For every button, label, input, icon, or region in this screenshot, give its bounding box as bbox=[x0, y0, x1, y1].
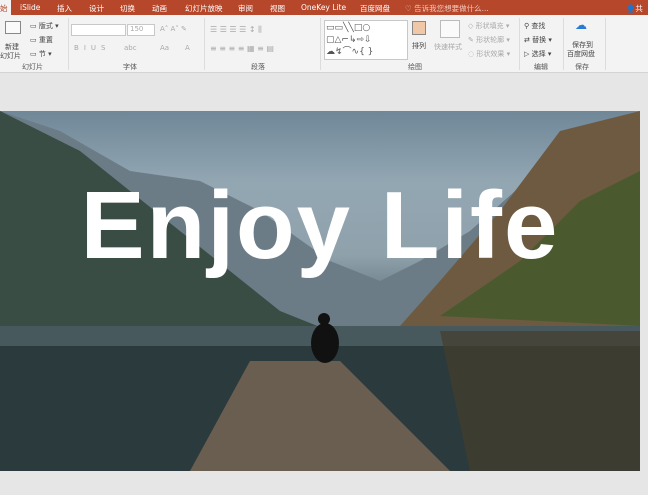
ribbon: 新建 幻灯片 ▭ 版式 ▾ ▭ 重置 ▭ 节 ▾ 幻灯片 150 A˄ A˅ ✎… bbox=[0, 15, 648, 73]
quick-styles-button[interactable]: 快速样式 bbox=[434, 42, 462, 52]
tab-view[interactable]: 视图 bbox=[270, 3, 285, 14]
shape-fill-button[interactable]: ◇ 形状填充 ▾ bbox=[468, 21, 509, 31]
font-color-button[interactable]: A bbox=[185, 44, 190, 52]
tab-design[interactable]: 设计 bbox=[89, 3, 104, 14]
tab-insert[interactable]: 插入 bbox=[57, 3, 72, 14]
shapes-gallery[interactable]: ▭▭╲╲□○ ▢△⌐↳⇨⇩ ☁↯⌒∿{ } bbox=[324, 20, 408, 60]
shape-outline-button[interactable]: ✎ 形状轮廓 ▾ bbox=[468, 35, 510, 45]
tab-transitions[interactable]: 切换 bbox=[120, 3, 135, 14]
landscape-photo bbox=[0, 111, 640, 471]
tab-islide[interactable]: iSlide bbox=[20, 3, 40, 12]
list-buttons[interactable]: ☰ ☰ ☰ ☰ ↕ ⫼ bbox=[210, 25, 262, 35]
slide-canvas[interactable]: Enjoy Life bbox=[0, 111, 640, 471]
baidu-cloud-icon: ☁ bbox=[575, 18, 587, 32]
quick-styles-icon bbox=[440, 20, 460, 38]
save-baidu-label: 百度网盘 bbox=[567, 50, 595, 58]
group-font-label: 字体 bbox=[123, 63, 137, 71]
tab-animations[interactable]: 动画 bbox=[152, 3, 167, 14]
tab-slideshow[interactable]: 幻灯片放映 bbox=[185, 3, 223, 14]
group-drawing-label: 绘图 bbox=[408, 63, 422, 71]
font-size-input[interactable]: 150 bbox=[127, 24, 155, 36]
shape-effects-button[interactable]: ◌ 形状效果 ▾ bbox=[468, 49, 510, 59]
font-grow-button[interactable]: A˄ A˅ ✎ bbox=[160, 25, 187, 33]
new-slide-icon bbox=[5, 21, 21, 34]
find-button[interactable]: ⚲ 查找 bbox=[524, 21, 545, 31]
spacing-button[interactable]: abc bbox=[124, 44, 137, 52]
tab-onekey[interactable]: OneKey Lite bbox=[301, 3, 346, 12]
tab-review[interactable]: 审阅 bbox=[238, 3, 253, 14]
reset-button[interactable]: ▭ 重置 bbox=[30, 35, 53, 45]
replace-button[interactable]: ⇄ 替换 ▾ bbox=[524, 35, 552, 45]
arrange-icon bbox=[412, 21, 426, 35]
tab-home[interactable]: 始 bbox=[0, 0, 11, 15]
group-paragraph-label: 段落 bbox=[251, 63, 265, 71]
arrange-button[interactable]: 排列 bbox=[412, 41, 426, 51]
lightbulb-icon: ♡ bbox=[405, 4, 415, 13]
user-icon: 👤 bbox=[626, 4, 636, 13]
group-editing-label: 编辑 bbox=[534, 63, 548, 71]
group-slides-label: 幻灯片 bbox=[22, 63, 43, 71]
new-slide-label: 幻灯片 bbox=[0, 52, 21, 60]
group-save-label: 保存 bbox=[575, 63, 589, 71]
tab-baidu[interactable]: 百度网盘 bbox=[360, 3, 390, 14]
layout-button[interactable]: ▭ 版式 ▾ bbox=[30, 21, 59, 31]
section-button[interactable]: ▭ 节 ▾ bbox=[30, 49, 52, 59]
title-bar: 始 iSlide 插入 设计 切换 动画 幻灯片放映 审阅 视图 OneKey … bbox=[0, 0, 648, 24]
change-case-button[interactable]: Aa bbox=[160, 44, 169, 52]
select-button[interactable]: ▷ 选择 ▾ bbox=[524, 49, 551, 59]
font-name-input[interactable] bbox=[71, 24, 126, 36]
align-buttons[interactable]: ≡ ≡ ≡ ≡ ▦ ≡ ▤ bbox=[210, 44, 274, 53]
tell-me-search[interactable]: ♡ 告诉我您想要做什么... bbox=[405, 3, 489, 14]
slide-title[interactable]: Enjoy Life bbox=[0, 171, 640, 281]
font-format-buttons[interactable]: BIUS bbox=[74, 44, 110, 52]
search-icon: ⚲ bbox=[524, 22, 530, 30]
